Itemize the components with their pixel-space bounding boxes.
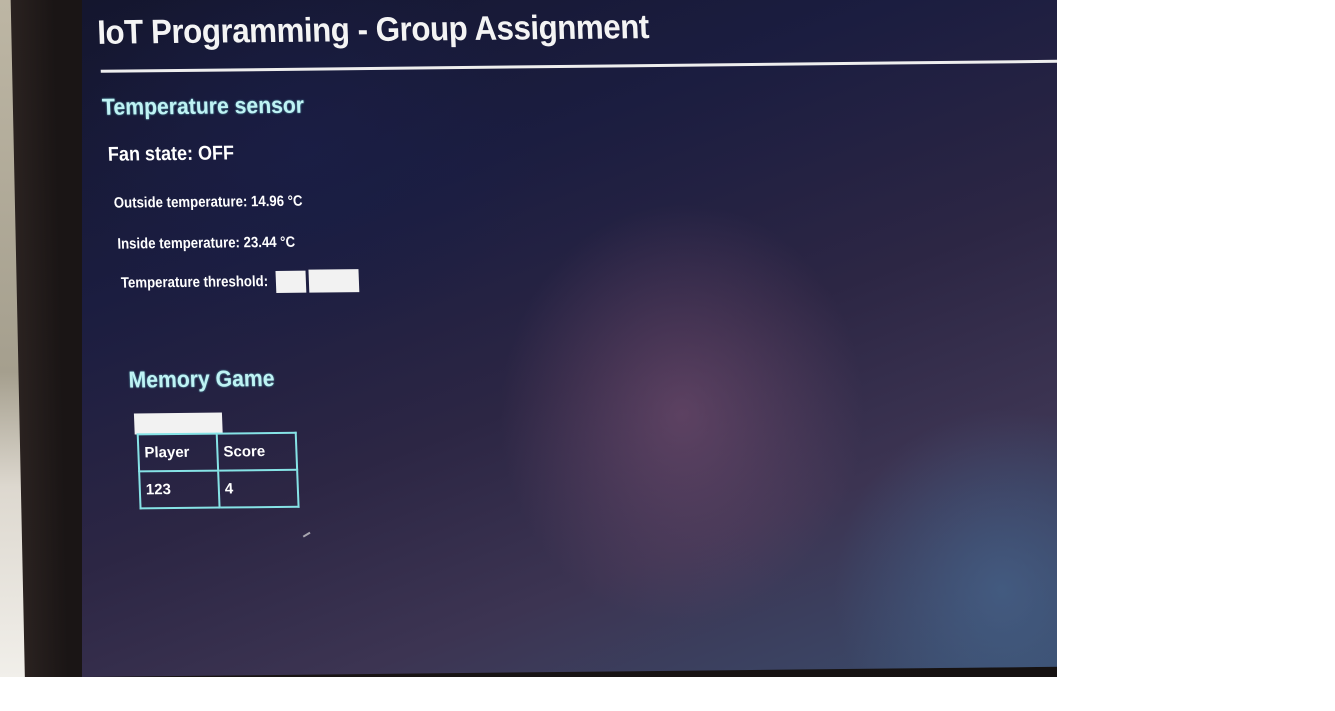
inside-temperature-text: Inside temperature: 23.44 °C bbox=[117, 233, 296, 253]
score-cell: 4 bbox=[218, 469, 299, 508]
set-threshold-button[interactable] bbox=[308, 269, 360, 293]
table-header-row: Player Score bbox=[137, 432, 298, 472]
start-game-button[interactable] bbox=[133, 412, 223, 435]
score-table: Player Score 123 4 bbox=[136, 431, 300, 510]
temperature-section-title: Temperature sensor bbox=[101, 91, 305, 120]
threshold-label: Temperature threshold: bbox=[120, 273, 269, 292]
outside-temperature-text: Outside temperature: 14.96 °C bbox=[113, 192, 303, 212]
memory-game-section-title: Memory Game bbox=[128, 364, 275, 393]
player-column-header: Player bbox=[137, 433, 219, 472]
monitor-screen: IoT Programming - Group Assignment Tempe… bbox=[82, 0, 1057, 677]
web-page: IoT Programming - Group Assignment Tempe… bbox=[82, 0, 1057, 677]
threshold-row: Temperature threshold: bbox=[120, 269, 360, 294]
cursor-mark bbox=[302, 531, 311, 538]
threshold-input[interactable] bbox=[275, 270, 307, 293]
photo-frame: IoT Programming - Group Assignment Tempe… bbox=[0, 0, 1057, 677]
player-cell: 123 bbox=[139, 470, 220, 509]
page-title: IoT Programming - Group Assignment bbox=[96, 8, 650, 52]
title-divider bbox=[100, 59, 1057, 73]
score-column-header: Score bbox=[216, 432, 298, 471]
fan-state-text: Fan state: OFF bbox=[107, 142, 235, 166]
table-row: 123 4 bbox=[139, 469, 299, 509]
